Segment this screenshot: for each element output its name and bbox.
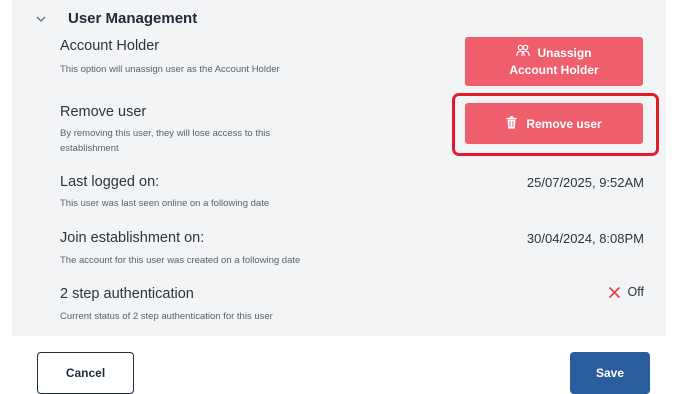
two-step-title: 2 step authentication (60, 286, 194, 302)
last-logged-title: Last logged on: (60, 174, 160, 190)
last-logged-description: This user was last seen online on a foll… (60, 198, 270, 209)
cancel-button[interactable]: Cancel (37, 352, 134, 394)
two-step-status-label: Off (627, 285, 644, 299)
remove-user-description-line2: establishment (60, 143, 119, 154)
users-icon (516, 44, 531, 62)
x-icon (608, 286, 621, 299)
remove-user-title: Remove user (60, 104, 147, 120)
chevron-down-icon[interactable] (34, 12, 48, 26)
account-holder-description: This option will unassign user as the Ac… (60, 64, 280, 75)
unassign-label-line2: Account Holder (509, 63, 599, 77)
join-establishment-title: Join establishment on: (60, 230, 205, 246)
remove-user-description-line1: By removing this user, they will lose ac… (60, 128, 271, 139)
remove-user-description: By removing this user, they will lose ac… (60, 126, 270, 156)
remove-user-highlight (452, 93, 659, 156)
unassign-account-holder-button[interactable]: Unassign Account Holder (465, 37, 643, 86)
join-establishment-description: The account for this user was created on… (60, 255, 301, 266)
two-step-status: Off (608, 285, 644, 299)
last-logged-value: 25/07/2025, 9:52AM (526, 175, 644, 190)
user-management-panel: User Management Account Holder This opti… (12, 0, 666, 336)
account-holder-title: Account Holder (60, 38, 160, 54)
section-header[interactable]: User Management (34, 10, 197, 27)
save-button[interactable]: Save (570, 352, 650, 394)
section-title: User Management (68, 10, 198, 27)
unassign-label-line1: Unassign (537, 45, 592, 60)
join-establishment-value: 30/04/2024, 8:08PM (526, 231, 644, 246)
two-step-description: Current status of 2 step authentication … (60, 311, 273, 322)
